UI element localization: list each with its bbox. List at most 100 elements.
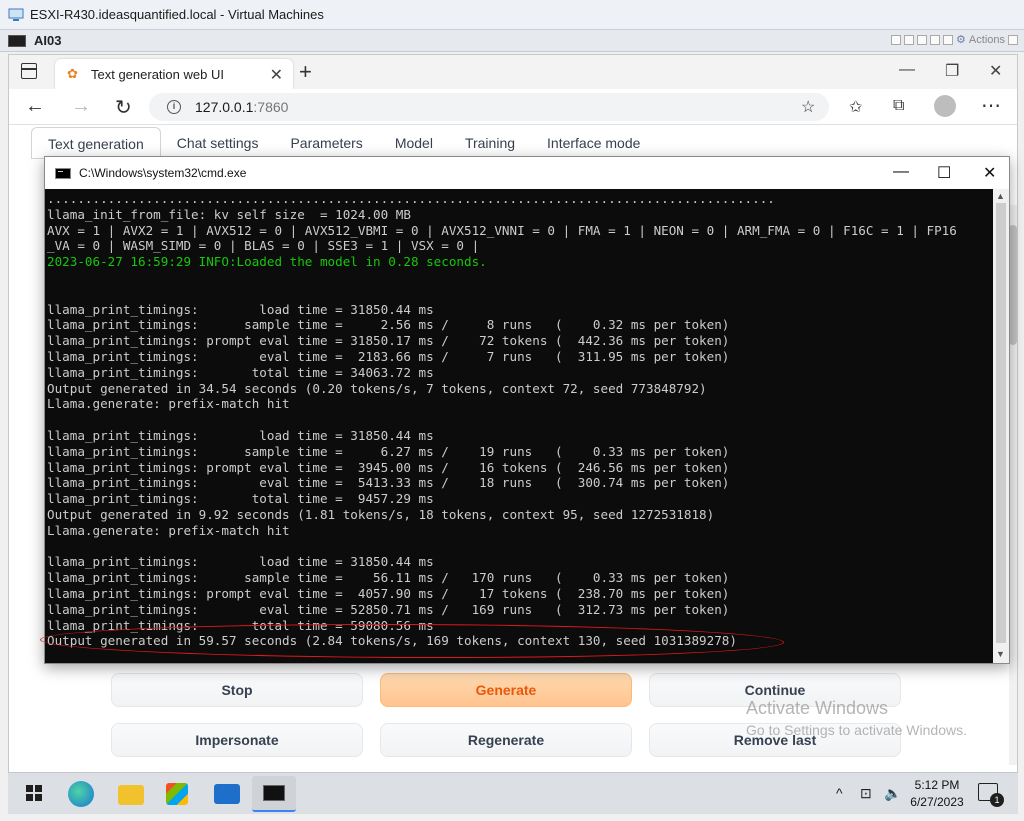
console-line: llama_print_timings: load time = 31850.4… <box>47 554 434 570</box>
windows-taskbar: ^ ⊡ 🔈 5:12 PM 6/27/2023 1 <box>8 772 1018 814</box>
generate-button[interactable]: Generate <box>380 673 632 707</box>
chevron-up-icon[interactable]: ^ <box>836 785 843 801</box>
vsphere-window-titlebar: ESXI-R430.ideasquantified.local - Virtua… <box>0 0 1024 30</box>
favorite-star-icon[interactable]: ☆ <box>801 97 815 117</box>
console-line: llama_print_timings: sample time = 2.56 … <box>47 317 730 333</box>
cmd-minimize-icon[interactable]: — <box>893 163 909 181</box>
console-line: llama_print_timings: total time = 34063.… <box>47 364 434 380</box>
tab-interface-mode[interactable]: Interface mode <box>531 127 656 159</box>
cmd-scrollbar-thumb[interactable] <box>996 203 1006 643</box>
console-line: llama_print_timings: eval time = 52850.7… <box>47 601 730 617</box>
console-line: llama_print_timings: sample time = 6.27 … <box>47 443 730 459</box>
browser-tabstrip: ✿ Text generation web UI ✕ + — ❐ ✕ <box>9 55 1017 89</box>
console-line: llama_print_timings: sample time = 56.11… <box>47 570 730 586</box>
site-info-icon[interactable]: i <box>167 100 181 114</box>
console-line: Output generated in 9.92 seconds (1.81 t… <box>47 506 715 522</box>
cmd-maximize-icon[interactable]: ☐ <box>937 163 951 183</box>
virtual-machines-icon <box>8 8 24 21</box>
vm-toolbar: AI03 ⚙ Actions <box>0 30 1024 52</box>
tab-model[interactable]: Model <box>379 127 449 159</box>
address-bar-row: ← → ↻ i 127.0.0.1:7860 ☆ ✩ ⧉ ⋯ <box>9 89 1017 125</box>
webui-tabs: Text generation Chat settings Parameters… <box>31 127 656 159</box>
edge-browser-icon[interactable] <box>68 781 94 807</box>
browser-tab-title: Text generation web UI <box>91 66 224 82</box>
console-line: Llama.generate: prefix-match hit <box>47 522 290 538</box>
console-line: llama_print_timings: load time = 31850.4… <box>47 427 434 443</box>
taskbar-clock[interactable]: 5:12 PM 6/27/2023 <box>908 777 966 811</box>
profile-avatar-icon[interactable] <box>934 95 956 117</box>
console-line: _VA = 0 | WASM_SIMD = 0 | BLAS = 0 | SSE… <box>47 238 480 254</box>
cmd-taskbar-item[interactable] <box>252 776 296 812</box>
console-line: ........................................… <box>47 191 775 206</box>
close-tab-icon[interactable]: ✕ <box>270 65 283 85</box>
more-menu-icon[interactable]: ⋯ <box>981 93 1001 118</box>
url-host: 127.0.0.1 <box>195 99 254 115</box>
refresh-icon[interactable]: ↻ <box>115 95 132 120</box>
scroll-up-icon[interactable]: ▲ <box>996 191 1005 201</box>
vm-control-icon[interactable] <box>917 34 928 45</box>
console-line: llama_print_timings: eval time = 2183.66… <box>47 348 730 364</box>
notification-count-badge: 1 <box>990 793 1004 807</box>
tab-chat-settings[interactable]: Chat settings <box>161 127 275 159</box>
store-icon[interactable] <box>166 783 188 805</box>
webui-favicon-icon: ✿ <box>67 66 78 81</box>
tab-text-generation[interactable]: Text generation <box>31 127 161 159</box>
network-icon[interactable]: ⊡ <box>860 785 872 802</box>
cmd-scrollbar[interactable]: ▲ ▼ <box>993 189 1009 663</box>
console-line: llama_init_from_file: kv self size = 102… <box>47 206 411 222</box>
stop-button[interactable]: Stop <box>111 673 363 707</box>
page-scrollbar[interactable] <box>1009 205 1017 765</box>
browser-tab[interactable]: ✿ Text generation web UI ✕ <box>55 59 293 89</box>
mail-icon[interactable] <box>214 784 240 804</box>
vm-control-icon[interactable] <box>943 34 954 45</box>
clock-date: 6/27/2023 <box>910 795 964 809</box>
regenerate-button[interactable]: Regenerate <box>380 723 632 757</box>
file-explorer-icon[interactable] <box>118 785 144 805</box>
collections-icon[interactable]: ⧉ <box>893 97 904 115</box>
tab-training[interactable]: Training <box>449 127 531 159</box>
vm-control-icon[interactable] <box>904 34 915 45</box>
tab-actions-icon[interactable] <box>21 63 37 79</box>
scroll-down-icon[interactable]: ▼ <box>996 649 1005 659</box>
vm-name: AI03 <box>34 33 62 48</box>
console-line: llama_print_timings: prompt eval time = … <box>47 333 730 349</box>
favorites-list-icon[interactable]: ✩ <box>849 97 862 117</box>
tab-parameters[interactable]: Parameters <box>274 127 378 159</box>
console-icon <box>8 34 26 47</box>
cmd-window: C:\Windows\system32\cmd.exe — ☐ ✕ ......… <box>44 156 1010 664</box>
console-output[interactable]: ........................................… <box>47 191 995 663</box>
gear-icon[interactable]: ⚙ <box>956 33 966 46</box>
back-arrow-icon[interactable]: ← <box>25 95 45 118</box>
activate-windows-hint: Go to Settings to activate Windows. <box>746 722 967 738</box>
page-scrollbar-thumb[interactable] <box>1009 225 1017 345</box>
close-window-icon[interactable]: ✕ <box>989 61 1002 81</box>
cmd-titlebar: C:\Windows\system32\cmd.exe — ☐ ✕ <box>45 157 1009 189</box>
vm-actions-group: ⚙ Actions <box>891 33 1018 46</box>
clock-time: 5:12 PM <box>914 778 960 792</box>
forward-arrow-icon[interactable]: → <box>71 95 91 118</box>
windows-start-icon[interactable] <box>22 781 48 807</box>
vm-control-icon[interactable] <box>930 34 941 45</box>
console-line: 2023-06-27 16:59:29 INFO:Loaded the mode… <box>47 254 487 270</box>
console-line: llama_print_timings: prompt eval time = … <box>47 459 730 475</box>
vm-control-icon[interactable] <box>1008 34 1018 45</box>
new-tab-icon[interactable]: + <box>299 59 312 85</box>
actions-menu-button[interactable]: Actions <box>969 34 1005 46</box>
url-bar[interactable]: i 127.0.0.1:7860 <box>149 93 829 121</box>
volume-muted-icon[interactable]: 🔈 <box>884 785 901 802</box>
cmd-close-icon[interactable]: ✕ <box>983 163 996 183</box>
activate-windows-watermark: Activate Windows <box>746 698 889 718</box>
vm-control-icon[interactable] <box>891 34 902 45</box>
minimize-icon[interactable]: — <box>899 61 915 79</box>
console-line: llama_print_timings: prompt eval time = … <box>47 585 730 601</box>
restore-icon[interactable]: ❐ <box>945 61 959 81</box>
impersonate-button[interactable]: Impersonate <box>111 723 363 757</box>
console-line: llama_print_timings: load time = 31850.4… <box>47 301 434 317</box>
console-line: llama_print_timings: eval time = 5413.33… <box>47 475 730 491</box>
console-line: Llama.generate: prefix-match hit <box>47 396 290 412</box>
vsphere-window-title: ESXI-R430.ideasquantified.local - Virtua… <box>30 7 324 22</box>
